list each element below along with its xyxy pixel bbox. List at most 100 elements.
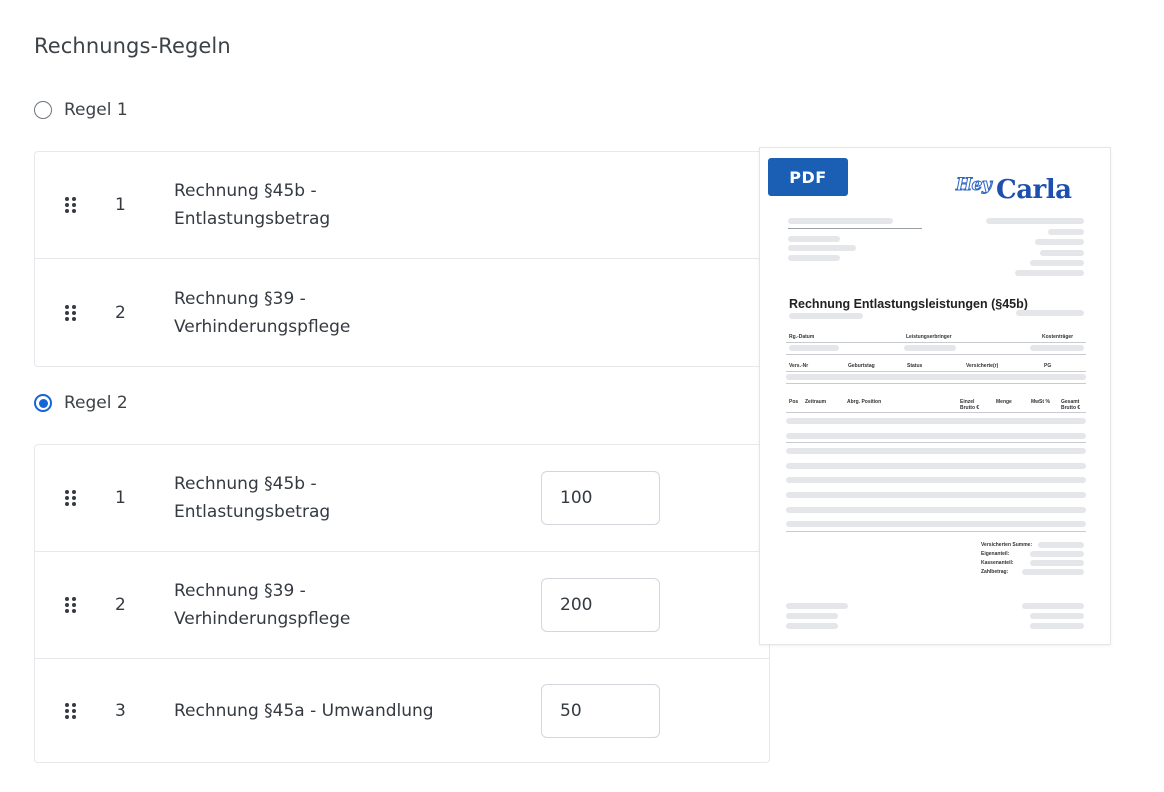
placeholder-bar <box>786 507 1086 513</box>
pdf-badge: PDF <box>768 158 848 196</box>
logo-hey-text: Hey <box>955 175 992 196</box>
pdf-summary-label: Zahlbetrag: <box>981 569 1009 575</box>
item-number: 2 <box>115 595 126 615</box>
divider <box>786 442 1086 443</box>
placeholder-bar <box>786 603 848 609</box>
pdf-header-text: Status <box>907 363 923 369</box>
item-label-line1: Rechnung §45b - <box>174 181 317 201</box>
placeholder-bar <box>1030 260 1084 266</box>
placeholder-bar <box>786 463 1086 469</box>
pdf-summary-label: Versicherten Summe: <box>981 542 1033 548</box>
placeholder-bar <box>789 345 839 351</box>
list-item: 2 Rechnung §39 - Verhinderungspflege <box>35 552 769 659</box>
placeholder-bar <box>788 255 840 261</box>
placeholder-bar <box>786 521 1086 527</box>
item-label-line1: Rechnung §45b - <box>174 474 317 494</box>
placeholder-bar <box>786 448 1086 454</box>
placeholder-bar <box>1015 270 1084 276</box>
pdf-header-text: Zeitraum <box>805 399 827 405</box>
placeholder-bar <box>786 623 838 629</box>
placeholder-bar <box>1030 613 1084 619</box>
placeholder-bar <box>1030 560 1084 566</box>
pdf-preview[interactable]: PDF Hey Carla Rechnung Entlastungsleistu… <box>759 147 1111 645</box>
divider <box>786 342 1086 343</box>
item-number: 1 <box>115 488 126 508</box>
item-label-line2: Entlastungsbetrag <box>174 209 331 229</box>
pdf-header-text: PG <box>1044 363 1052 369</box>
item-label-line1: Rechnung §39 - <box>174 581 306 601</box>
placeholder-bar <box>788 218 893 224</box>
drag-handle-icon[interactable] <box>65 304 77 321</box>
logo-carla-text: Carla <box>996 175 1072 205</box>
pdf-header-text: Einzel Brutto € <box>960 399 980 411</box>
divider <box>786 354 1086 355</box>
drag-handle-icon[interactable] <box>65 490 77 506</box>
item-label-line2: Verhinderungspflege <box>174 609 351 629</box>
drag-handle-icon[interactable] <box>65 597 77 613</box>
invoice-rules-page: Rechnungs-Regeln Regel 1 1 Rechnung §45b… <box>0 0 1164 792</box>
placeholder-bar <box>786 492 1086 498</box>
list-item: 1 Rechnung §45b - Entlastungsbetrag <box>35 445 769 552</box>
divider <box>786 531 1086 532</box>
rule-1-label: Regel 1 <box>64 100 128 120</box>
placeholder-bar <box>786 433 1086 439</box>
rule-1-radio[interactable]: Regel 1 <box>34 100 128 120</box>
divider <box>786 412 1086 413</box>
placeholder-bar <box>1022 569 1084 575</box>
pdf-summary-label: Kassenanteil: <box>981 560 1014 566</box>
item-label-line2: Entlastungsbetrag <box>174 502 331 522</box>
rule-1-list: 1 Rechnung §45b - Entlastungsbetrag 2 Re… <box>34 151 770 367</box>
item-label: Rechnung §39 - Verhinderungspflege <box>174 285 474 341</box>
placeholder-bar <box>786 374 1086 380</box>
pdf-header-text: Leistungserbringer <box>906 334 952 340</box>
rule-2-label: Regel 2 <box>64 393 128 413</box>
amount-input[interactable] <box>541 578 660 632</box>
placeholder-bar <box>788 245 856 251</box>
placeholder-bar <box>1038 542 1084 548</box>
divider <box>786 383 1086 384</box>
item-number: 3 <box>115 700 126 721</box>
pdf-header-text: Abrg. Position <box>847 399 882 405</box>
divider <box>788 228 922 229</box>
radio-unchecked-icon[interactable] <box>34 101 52 119</box>
item-label: Rechnung §45b - Entlastungsbetrag <box>174 177 474 233</box>
placeholder-bar <box>1030 551 1084 557</box>
placeholder-bar <box>1022 603 1084 609</box>
item-label-line2: Verhinderungspflege <box>174 316 351 337</box>
amount-input[interactable] <box>541 683 660 738</box>
placeholder-bar <box>1016 310 1084 316</box>
placeholder-bar <box>1030 345 1084 351</box>
radio-checked-icon[interactable] <box>34 394 52 412</box>
list-item: 1 Rechnung §45b - Entlastungsbetrag <box>35 152 769 259</box>
placeholder-bar <box>786 418 1086 424</box>
divider <box>786 371 1086 372</box>
placeholder-bar <box>904 345 956 351</box>
amount-input[interactable] <box>541 471 660 525</box>
rule-2-list: 1 Rechnung §45b - Entlastungsbetrag 2 Re… <box>34 444 770 763</box>
drag-handle-icon[interactable] <box>65 702 77 719</box>
pdf-heading: Rechnung Entlastungsleistungen (§45b) <box>789 297 1028 311</box>
pdf-header-text: Gesamt Brutto € <box>1061 399 1081 411</box>
item-label: Rechnung §45b - Entlastungsbetrag <box>174 470 474 526</box>
pdf-header-text: Geburtstag <box>848 363 875 369</box>
placeholder-bar <box>789 313 863 319</box>
item-number: 2 <box>115 302 126 323</box>
list-item: 2 Rechnung §39 - Verhinderungspflege <box>35 259 769 366</box>
drag-handle-icon[interactable] <box>65 197 77 213</box>
placeholder-bar <box>786 477 1086 483</box>
item-label-line1: Rechnung §39 - <box>174 288 306 309</box>
placeholder-bar <box>986 218 1084 224</box>
placeholder-bar <box>1040 250 1084 256</box>
page-title: Rechnungs-Regeln <box>34 34 231 58</box>
pdf-summary-label: Eigenanteil: <box>981 551 1010 557</box>
item-number: 1 <box>115 195 126 215</box>
list-item: 3 Rechnung §45a - Umwandlung <box>35 659 769 762</box>
heycarla-logo: Hey Carla <box>955 173 1096 213</box>
item-label-line1: Rechnung §45a - Umwandlung <box>174 700 434 721</box>
pdf-header-text: Versicherte(r) <box>966 363 999 369</box>
rule-2-radio[interactable]: Regel 2 <box>34 393 128 413</box>
placeholder-bar <box>1035 239 1084 245</box>
item-label: Rechnung §45a - Umwandlung <box>174 697 474 725</box>
placeholder-bar <box>788 236 840 242</box>
pdf-header-text: Kostenträger <box>1042 334 1074 340</box>
